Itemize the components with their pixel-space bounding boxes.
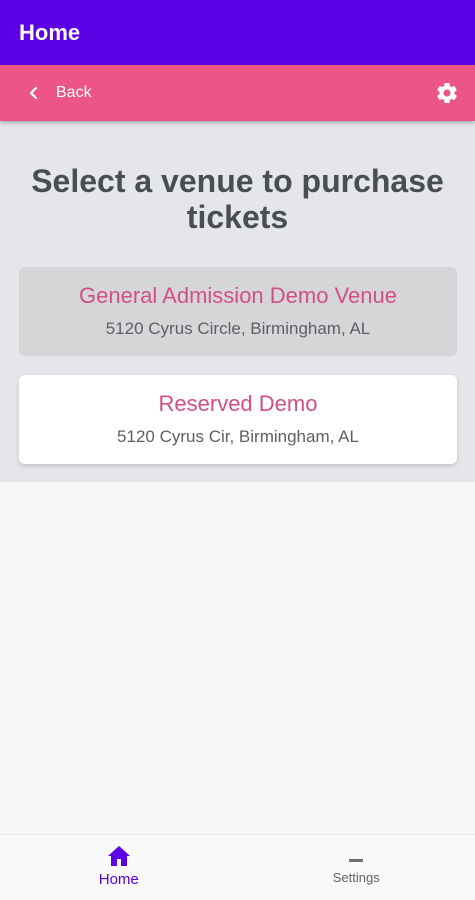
venue-heading: Select a venue to purchase tickets <box>31 163 444 235</box>
back-button[interactable]: Back <box>0 65 92 121</box>
title-bar: Home <box>0 0 475 65</box>
venue-selection-panel: Select a venue to purchase tickets Gener… <box>0 121 475 482</box>
bottom-navigation: Home Settings <box>0 834 475 900</box>
back-button-label: Back <box>56 84 92 101</box>
chevron-left-icon <box>29 86 38 100</box>
action-bar: Back <box>0 65 475 121</box>
venue-card-reserved[interactable]: Reserved Demo 5120 Cyrus Cir, Birmingham… <box>19 375 457 464</box>
settings-button[interactable] <box>419 65 475 121</box>
page-title: Home <box>19 19 81 45</box>
app-root: Home Back Select a venue to purchase tic… <box>0 0 475 900</box>
venue-address: 5120 Cyrus Circle, Birmingham, AL <box>105 319 371 338</box>
gear-icon <box>437 83 457 103</box>
venue-name: Reserved Demo <box>158 391 318 416</box>
home-icon <box>107 846 130 866</box>
nav-home[interactable]: Home <box>0 835 238 900</box>
nav-settings[interactable]: Settings <box>238 835 475 900</box>
settings-dash-icon <box>349 859 364 862</box>
venue-name: General Admission Demo Venue <box>79 283 397 308</box>
nav-home-label: Home <box>98 871 139 888</box>
venue-address: 5120 Cyrus Cir, Birmingham, AL <box>117 427 359 446</box>
venue-card-general-admission[interactable]: General Admission Demo Venue 5120 Cyrus … <box>19 267 457 356</box>
nav-settings-label: Settings <box>332 870 380 885</box>
